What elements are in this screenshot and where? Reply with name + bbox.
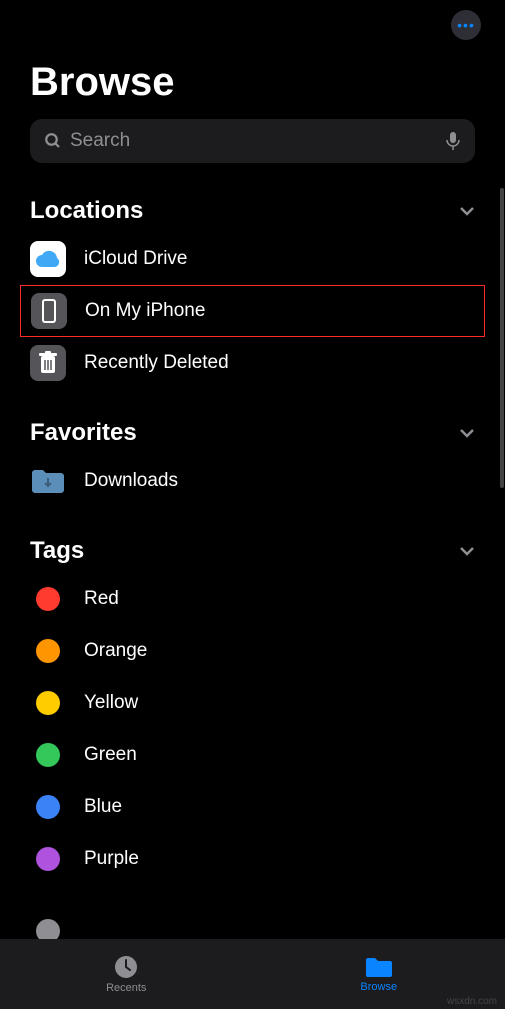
more-button[interactable]: ••• xyxy=(451,10,481,40)
tag-item-purple[interactable]: Purple xyxy=(30,833,475,885)
tag-item-green[interactable]: Green xyxy=(30,729,475,781)
favorites-title: Favorites xyxy=(30,419,137,447)
ellipsis-icon: ••• xyxy=(457,17,475,33)
trash-icon xyxy=(30,345,66,381)
chevron-down-icon xyxy=(459,546,475,556)
list-item-label: Yellow xyxy=(84,692,138,714)
tag-item-yellow[interactable]: Yellow xyxy=(30,677,475,729)
list-item-label: Blue xyxy=(84,796,122,818)
tag-circle-icon xyxy=(30,581,66,617)
search-bar[interactable] xyxy=(30,119,475,163)
list-item-label: On My iPhone xyxy=(85,300,205,322)
phone-icon xyxy=(31,293,67,329)
tab-recents[interactable]: Recents xyxy=(0,939,253,1009)
list-item-label: Downloads xyxy=(84,470,178,492)
tag-circle-icon xyxy=(30,789,66,825)
tag-item-blue[interactable]: Blue xyxy=(30,781,475,833)
locations-header[interactable]: Locations xyxy=(30,183,475,233)
tags-title: Tags xyxy=(30,537,84,565)
clock-icon xyxy=(113,954,139,980)
tag-item-next[interactable] xyxy=(30,885,475,937)
favorites-header[interactable]: Favorites xyxy=(30,405,475,455)
watermark: wsxdn.com xyxy=(447,996,497,1007)
folder-icon xyxy=(30,463,66,499)
tag-circle-icon xyxy=(30,893,66,929)
tags-header[interactable]: Tags xyxy=(30,523,475,573)
tag-circle-icon xyxy=(30,841,66,877)
location-item-recently-deleted[interactable]: Recently Deleted xyxy=(30,337,475,389)
search-input[interactable] xyxy=(70,130,445,152)
chevron-down-icon xyxy=(459,428,475,438)
list-item-label: Orange xyxy=(84,640,147,662)
tag-circle-icon xyxy=(30,737,66,773)
tag-item-orange[interactable]: Orange xyxy=(30,625,475,677)
location-item-on-my-iphone[interactable]: On My iPhone xyxy=(20,285,485,337)
scrollbar[interactable] xyxy=(500,188,504,488)
tab-label: Recents xyxy=(106,982,146,994)
locations-title: Locations xyxy=(30,197,143,225)
tab-label: Browse xyxy=(360,981,397,993)
tag-circle-icon xyxy=(30,685,66,721)
folder-icon xyxy=(364,955,394,979)
tab-bar: Recents Browse xyxy=(0,939,505,1009)
page-title: Browse xyxy=(0,50,505,119)
list-item-label: iCloud Drive xyxy=(84,248,187,270)
cloud-icon xyxy=(30,241,66,277)
chevron-down-icon xyxy=(459,206,475,216)
tag-circle-icon xyxy=(30,633,66,669)
tag-item-red[interactable]: Red xyxy=(30,573,475,625)
favorite-item-downloads[interactable]: Downloads xyxy=(30,455,475,507)
list-item-label: Recently Deleted xyxy=(84,352,229,374)
search-icon xyxy=(44,132,62,150)
mic-icon[interactable] xyxy=(445,131,461,151)
list-item-label: Purple xyxy=(84,848,139,870)
list-item-label: Green xyxy=(84,744,137,766)
list-item-label: Red xyxy=(84,588,119,610)
location-item-icloud[interactable]: iCloud Drive xyxy=(30,233,475,285)
